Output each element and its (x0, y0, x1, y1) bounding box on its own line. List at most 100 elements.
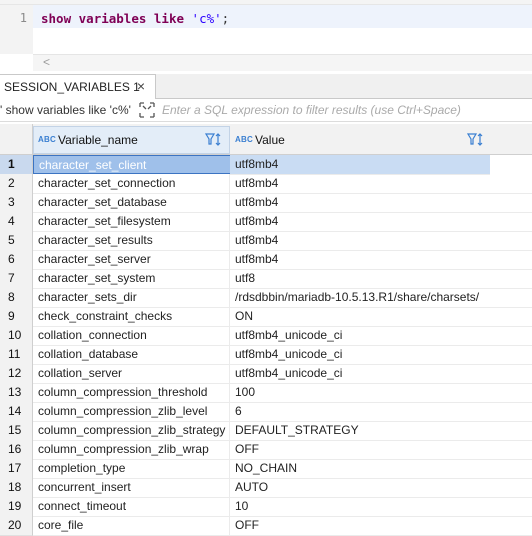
table-row[interactable]: 2 character_set_connection utf8mb4 (0, 174, 532, 194)
table-row[interactable]: 11 collation_database utf8mb4_unicode_ci (0, 345, 532, 365)
cell-variable-name[interactable]: column_compression_zlib_level (33, 402, 230, 422)
table-row[interactable]: 6 character_set_server utf8mb4 (0, 250, 532, 270)
cell-value[interactable]: utf8mb4 (230, 231, 532, 251)
row-number[interactable]: 20 (0, 516, 33, 536)
cell-value[interactable]: AUTO (230, 478, 532, 498)
tab-session-variables[interactable]: SESSION_VARIABLES 1 × (0, 74, 156, 99)
cell-value[interactable]: 10 (230, 497, 532, 517)
table-row[interactable]: 12 collation_server utf8mb4_unicode_ci (0, 364, 532, 384)
filter-sort-icon[interactable] (466, 132, 485, 148)
cell-variable-name[interactable]: collation_connection (33, 326, 230, 346)
cell-value[interactable]: utf8mb4 (230, 193, 532, 213)
row-number[interactable]: 9 (0, 307, 33, 327)
sql-code[interactable]: show variables like 'c%'; (41, 11, 229, 26)
cell-value[interactable]: OFF (230, 516, 532, 536)
cell-variable-name[interactable]: collation_server (33, 364, 230, 384)
row-number[interactable]: 8 (0, 288, 33, 308)
row-number[interactable]: 12 (0, 364, 33, 384)
cell-value[interactable]: NO_CHAIN (230, 459, 532, 479)
text-type-icon: ABC (235, 135, 253, 144)
row-number[interactable]: 5 (0, 231, 33, 251)
table-row[interactable]: 14 column_compression_zlib_level 6 (0, 402, 532, 422)
table-row[interactable]: 4 character_set_filesystem utf8mb4 (0, 212, 532, 232)
cell-value[interactable]: utf8mb4_unicode_ci (230, 326, 532, 346)
table-row[interactable]: 9 check_constraint_checks ON (0, 307, 532, 327)
cell-value[interactable]: utf8mb4_unicode_ci (230, 364, 532, 384)
cell-variable-name[interactable]: character_set_server (33, 250, 230, 270)
table-row[interactable]: 18 concurrent_insert AUTO (0, 478, 532, 498)
cell-value[interactable]: utf8mb4 (230, 155, 490, 175)
table-row[interactable]: 16 column_compression_zlib_wrap OFF (0, 440, 532, 460)
cell-variable-name[interactable]: character_set_results (33, 231, 230, 251)
cell-value[interactable]: DEFAULT_STRATEGY (230, 421, 532, 441)
scroll-left-icon[interactable]: < (43, 55, 50, 69)
table-row[interactable]: 3 character_set_database utf8mb4 (0, 193, 532, 213)
line-gutter: 1 (0, 5, 33, 54)
cell-variable-name[interactable]: connect_timeout (33, 497, 230, 517)
cell-value[interactable]: 100 (230, 383, 532, 403)
table-row[interactable]: 10 collation_connection utf8mb4_unicode_ci (0, 326, 532, 346)
table-row[interactable]: 7 character_set_system utf8 (0, 269, 532, 289)
row-number[interactable]: 1 (0, 155, 33, 175)
row-number[interactable]: 14 (0, 402, 33, 422)
cell-value[interactable]: ON (230, 307, 532, 327)
cell-value[interactable]: utf8mb4 (230, 212, 532, 232)
cell-value[interactable]: utf8mb4 (230, 250, 532, 270)
column-title: Value (255, 133, 285, 147)
table-row[interactable]: 5 character_set_results utf8mb4 (0, 231, 532, 251)
cell-variable-name[interactable]: column_compression_threshold (33, 383, 230, 403)
table-row[interactable]: 17 completion_type NO_CHAIN (0, 459, 532, 479)
cell-variable-name[interactable]: character_set_connection (33, 174, 230, 194)
cell-variable-name[interactable]: character_set_client (33, 155, 231, 174)
row-number[interactable]: 17 (0, 459, 33, 479)
query-label: ' show variables like 'c%' (0, 103, 131, 117)
string-literal: 'c%' (191, 11, 222, 26)
column-header-value[interactable]: ABC Value (230, 126, 492, 154)
table-row[interactable]: 8 character_sets_dir/rdsdbbin/mariadb-10.… (0, 288, 532, 308)
cell-value[interactable]: 6 (230, 402, 532, 422)
row-number[interactable]: 3 (0, 193, 33, 213)
cell-variable-name[interactable]: completion_type (33, 459, 230, 479)
row-number[interactable]: 11 (0, 345, 33, 365)
close-icon[interactable]: × (134, 78, 148, 94)
row-number[interactable]: 6 (0, 250, 33, 270)
cell-value[interactable]: /rdsdbbin/mariadb-10.5.13.R1/share/chars… (230, 288, 532, 308)
table-row[interactable]: 1 character_set_client utf8mb4 (0, 155, 532, 175)
row-number[interactable]: 7 (0, 269, 33, 289)
cell-variable-name[interactable]: character_set_system (33, 269, 230, 289)
table-row[interactable]: 15 column_compression_zlib_strategy DEFAUL… (0, 421, 532, 441)
cell-value[interactable]: utf8 (230, 269, 532, 289)
cell-variable-name[interactable]: character_set_filesystem (33, 212, 230, 232)
cell-variable-name[interactable]: column_compression_zlib_wrap (33, 440, 230, 460)
cell-value[interactable]: OFF (230, 440, 532, 460)
row-number[interactable]: 10 (0, 326, 33, 346)
cell-variable-name[interactable]: concurrent_insert (33, 478, 230, 498)
cell-variable-name[interactable]: core_file (33, 516, 230, 536)
cell-value[interactable]: utf8mb4_unicode_ci (230, 345, 532, 365)
cell-variable-name[interactable]: column_compression_zlib_strategy (33, 421, 230, 441)
editor-horizontal-scrollbar[interactable]: < (33, 54, 532, 71)
row-number[interactable]: 16 (0, 440, 33, 460)
grid-corner[interactable] (0, 124, 33, 154)
row-number[interactable]: 18 (0, 478, 33, 498)
row-number[interactable]: 13 (0, 383, 33, 403)
cell-variable-name[interactable]: character_sets_dir (33, 288, 230, 308)
expand-filter-icon[interactable] (138, 101, 156, 119)
cell-variable-name[interactable]: character_set_database (33, 193, 230, 213)
filter-bar: ' show variables like 'c%' Enter a SQL e… (0, 99, 532, 122)
row-number[interactable]: 2 (0, 174, 33, 194)
cell-variable-name[interactable]: check_constraint_checks (33, 307, 230, 327)
column-header-variable-name[interactable]: ABC Variable_name (33, 126, 230, 154)
table-row[interactable]: 13 column_compression_threshold 100 (0, 383, 532, 403)
keyword-show: show (41, 11, 72, 26)
row-number[interactable]: 19 (0, 497, 33, 517)
row-number[interactable]: 4 (0, 212, 33, 232)
cell-variable-name[interactable]: collation_database (33, 345, 230, 365)
cell-value[interactable]: utf8mb4 (230, 174, 532, 194)
filter-sort-icon[interactable] (204, 132, 223, 148)
table-row[interactable]: 19 connect_timeout 10 (0, 497, 532, 517)
filter-input[interactable]: Enter a SQL expression to filter results… (162, 103, 461, 117)
table-row[interactable]: 20 core_file OFF (0, 516, 532, 536)
row-number[interactable]: 15 (0, 421, 33, 441)
sql-editor[interactable]: 1 show variables like 'c%'; < (0, 0, 532, 74)
